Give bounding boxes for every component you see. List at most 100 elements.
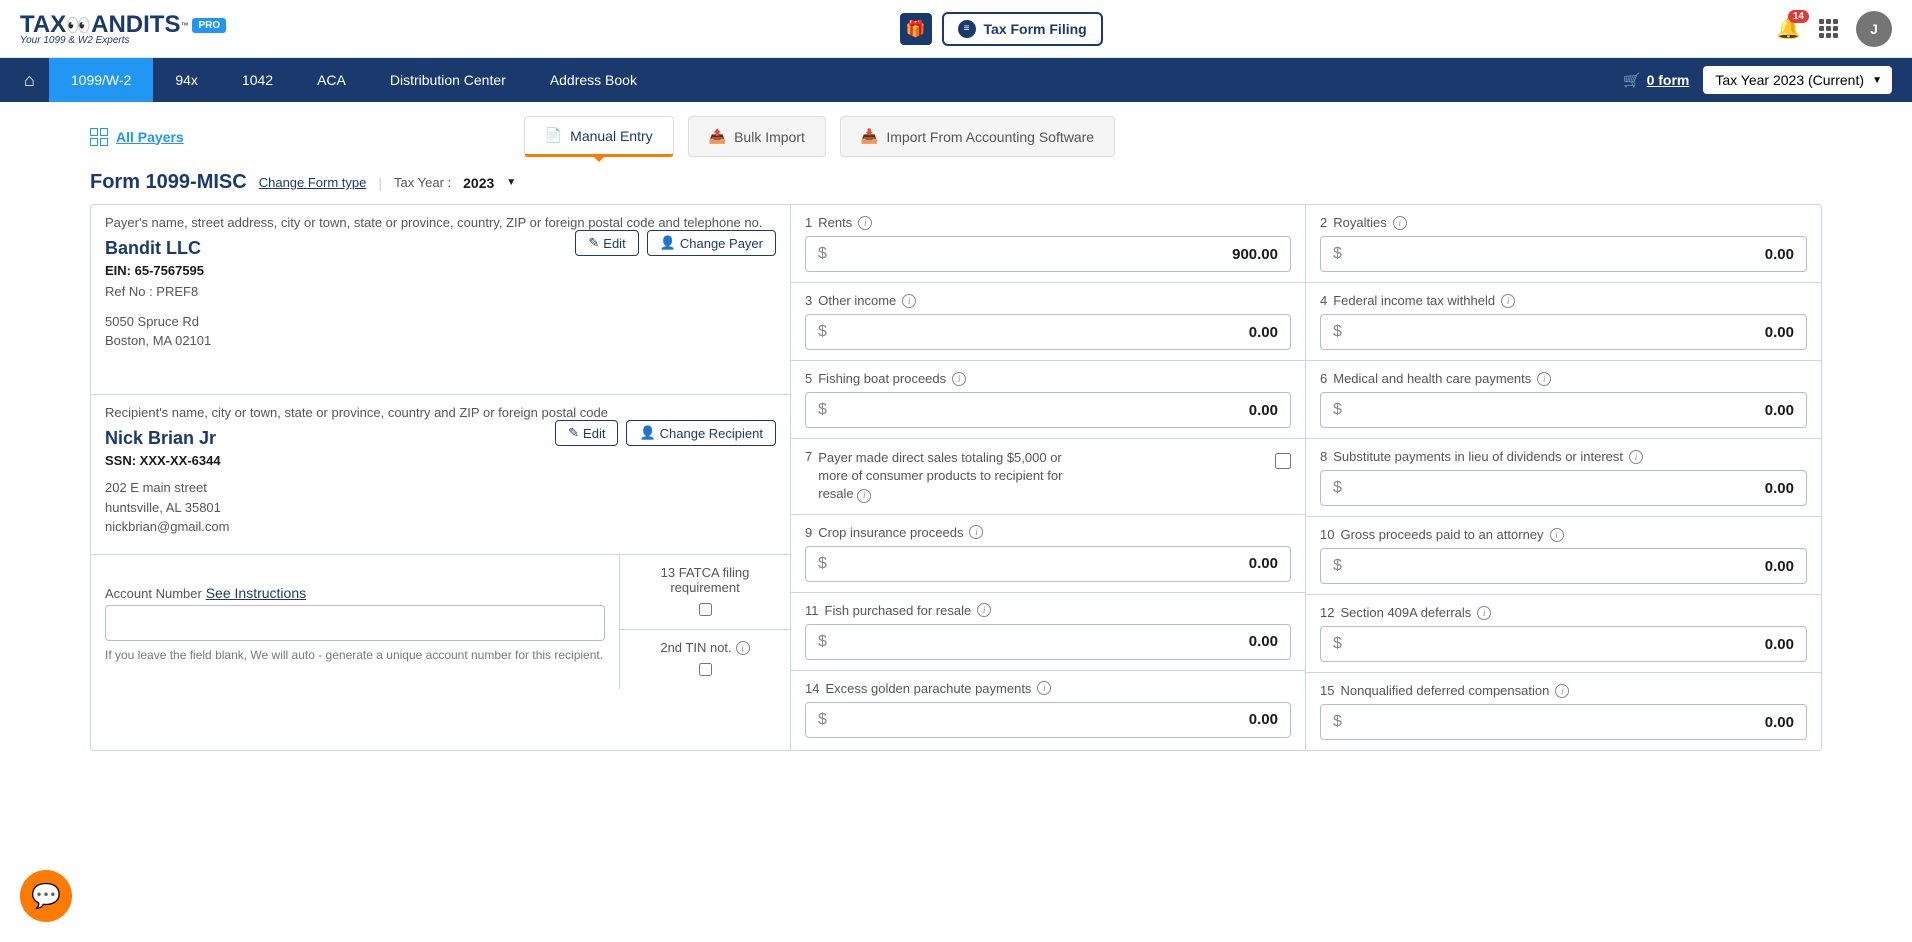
nav-tab-address-book[interactable]: Address Book bbox=[528, 58, 659, 102]
cart-label: 0 form bbox=[1647, 72, 1690, 88]
tab-accounting-label: Import From Accounting Software bbox=[886, 129, 1094, 145]
info-icon[interactable]: i bbox=[1393, 216, 1407, 230]
tax-form-label: Tax Form Filing bbox=[984, 21, 1087, 37]
user-avatar[interactable]: J bbox=[1856, 11, 1892, 47]
box-15-input[interactable] bbox=[1342, 714, 1794, 731]
notifications-button[interactable]: 🔔 14 bbox=[1776, 16, 1801, 41]
dollar-icon: $ bbox=[1333, 323, 1342, 341]
info-icon[interactable]: i bbox=[858, 216, 872, 230]
box-1-label: Rents bbox=[818, 215, 852, 230]
nav-tab-94x[interactable]: 94x bbox=[153, 58, 220, 102]
info-icon[interactable]: i bbox=[857, 489, 871, 503]
info-icon[interactable]: i bbox=[1629, 450, 1643, 464]
tab-manual-entry[interactable]: 📄 Manual Entry bbox=[524, 116, 674, 157]
box-9-input[interactable] bbox=[827, 555, 1278, 572]
info-icon[interactable]: i bbox=[1477, 606, 1491, 620]
box-8-input[interactable] bbox=[1342, 480, 1794, 497]
logo[interactable]: TAX 👀 ANDITS ™ PRO Your 1099 & W2 Expert… bbox=[20, 11, 226, 46]
tab-import-accounting[interactable]: 📥 Import From Accounting Software bbox=[840, 116, 1115, 157]
info-icon[interactable]: i bbox=[1037, 681, 1051, 695]
box-11-label: Fish purchased for resale bbox=[825, 603, 972, 618]
tax-year-select[interactable]: Tax Year 2023 (Current) bbox=[1703, 66, 1892, 94]
pro-badge: PRO bbox=[192, 18, 226, 33]
cart-button[interactable]: 🛒 0 form bbox=[1623, 72, 1689, 89]
box-7-label: Payer made direct sales totaling $5,000 … bbox=[818, 450, 1062, 501]
info-icon[interactable]: i bbox=[1550, 528, 1564, 542]
nav-tab-1099-w2[interactable]: 1099/W-2 bbox=[49, 58, 153, 102]
box-12-label: Section 409A deferrals bbox=[1340, 605, 1471, 620]
logo-tagline: Your 1099 & W2 Experts bbox=[20, 35, 226, 46]
import-icon: 📥 bbox=[861, 128, 878, 145]
box-9-cell: 9 Crop insurance proceeds i $ bbox=[791, 515, 1305, 593]
dollar-icon: $ bbox=[818, 633, 827, 651]
box-7-checkbox[interactable] bbox=[1275, 453, 1291, 469]
info-icon[interactable]: i bbox=[969, 525, 983, 539]
box-5-label: Fishing boat proceeds bbox=[818, 371, 946, 386]
box-6-label: Medical and health care payments bbox=[1333, 371, 1531, 386]
box-3-input[interactable] bbox=[827, 324, 1278, 341]
payer-section-label: Payer's name, street address, city or to… bbox=[105, 215, 776, 230]
box-4-input[interactable] bbox=[1342, 324, 1794, 341]
edit-payer-button[interactable]: ✎ Edit bbox=[575, 230, 638, 256]
nav-tab-distribution[interactable]: Distribution Center bbox=[368, 58, 528, 102]
all-payers-link[interactable]: All Payers bbox=[90, 128, 184, 146]
box-6-input[interactable] bbox=[1342, 402, 1794, 419]
chevron-down-icon[interactable]: ▼ bbox=[506, 177, 516, 188]
fatca-checkbox[interactable] bbox=[699, 603, 712, 616]
dollar-icon: $ bbox=[818, 323, 827, 341]
dollar-icon: $ bbox=[1333, 713, 1342, 731]
account-number-hint: If you leave the field blank, We will au… bbox=[105, 647, 605, 664]
box-2-input[interactable] bbox=[1342, 246, 1794, 263]
box-11-input[interactable] bbox=[827, 633, 1278, 650]
chat-button[interactable]: 💬 bbox=[20, 870, 72, 922]
recipient-ssn: SSN: XXX-XX-6344 bbox=[105, 453, 776, 468]
dollar-icon: $ bbox=[1333, 245, 1342, 263]
person-icon: 👤 bbox=[660, 235, 676, 251]
box-1-input[interactable] bbox=[827, 246, 1278, 263]
payer-ein: EIN: 65-7567595 bbox=[105, 263, 776, 278]
home-button[interactable]: ⌂ bbox=[10, 70, 49, 91]
payer-address-2: Boston, MA 02101 bbox=[105, 331, 776, 351]
info-icon[interactable]: i bbox=[1555, 684, 1569, 698]
box-14-input[interactable] bbox=[827, 711, 1278, 728]
apps-menu-button[interactable] bbox=[1819, 19, 1838, 38]
tab-bulk-import[interactable]: 📤 Bulk Import bbox=[688, 116, 826, 157]
box-10-input[interactable] bbox=[1342, 558, 1794, 575]
nav-tab-aca[interactable]: ACA bbox=[295, 58, 368, 102]
info-icon[interactable]: i bbox=[1537, 372, 1551, 386]
info-icon[interactable]: i bbox=[952, 372, 966, 386]
dollar-icon: $ bbox=[1333, 557, 1342, 575]
payer-address-1: 5050 Spruce Rd bbox=[105, 312, 776, 332]
change-payer-button[interactable]: 👤 Change Payer bbox=[647, 230, 776, 256]
person-icon: 👤 bbox=[639, 425, 655, 441]
box-9-label: Crop insurance proceeds bbox=[818, 525, 963, 540]
tax-year-value: Tax Year 2023 (Current) bbox=[1715, 72, 1864, 88]
tab-bulk-label: Bulk Import bbox=[734, 129, 805, 145]
form-title: Form 1099-MISC bbox=[90, 171, 247, 194]
gift-button[interactable]: 🎁 bbox=[900, 13, 932, 45]
box-1-cell: 1 Rents i $ bbox=[791, 205, 1305, 283]
box-2-label: Royalties bbox=[1333, 215, 1386, 230]
recipient-section-label: Recipient's name, city or town, state or… bbox=[105, 405, 776, 420]
tax-form-filing-button[interactable]: ≡ Tax Form Filing bbox=[942, 12, 1103, 46]
dollar-icon: $ bbox=[818, 245, 827, 263]
box-14-label: Excess golden parachute payments bbox=[825, 681, 1031, 696]
change-recipient-button[interactable]: 👤 Change Recipient bbox=[626, 420, 776, 446]
box-5-input[interactable] bbox=[827, 402, 1278, 419]
info-icon[interactable]: i bbox=[902, 294, 916, 308]
info-icon[interactable]: i bbox=[1501, 294, 1515, 308]
box-3-cell: 3 Other income i $ bbox=[791, 283, 1305, 361]
payer-ref: Ref No : PREF8 bbox=[105, 282, 776, 302]
info-icon[interactable]: i bbox=[977, 603, 991, 617]
change-form-type-link[interactable]: Change Form type bbox=[259, 175, 367, 190]
account-number-label: Account Number bbox=[105, 586, 202, 601]
edit-recipient-button[interactable]: ✎ Edit bbox=[555, 420, 618, 446]
info-icon[interactable]: i bbox=[736, 641, 750, 655]
dollar-icon: $ bbox=[818, 401, 827, 419]
nav-tab-1042[interactable]: 1042 bbox=[220, 58, 295, 102]
see-instructions-link[interactable]: See Instructions bbox=[206, 585, 306, 601]
second-tin-checkbox[interactable] bbox=[699, 663, 712, 676]
upload-icon: 📤 bbox=[709, 128, 726, 145]
box-12-input[interactable] bbox=[1342, 636, 1794, 653]
account-number-input[interactable] bbox=[105, 605, 605, 641]
